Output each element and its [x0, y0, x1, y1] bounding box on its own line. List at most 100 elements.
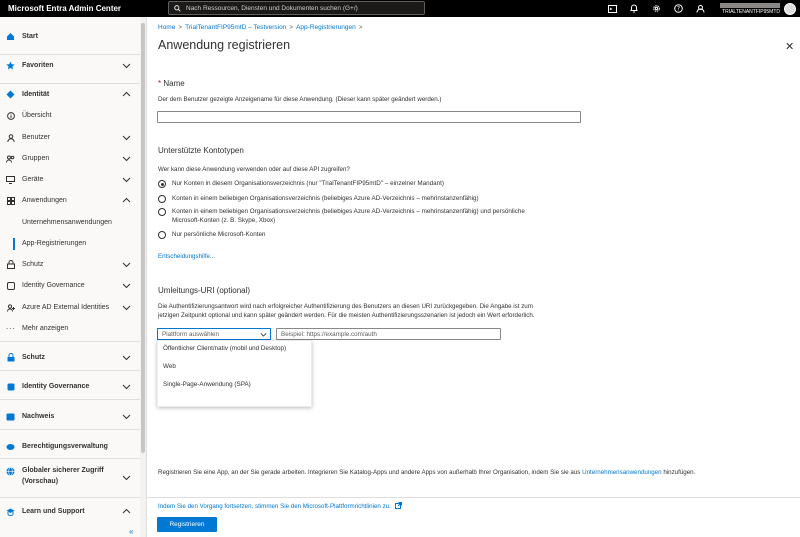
sidebar-item-label: Unternehmensanwendungen	[22, 219, 112, 226]
chevron-down-icon	[122, 135, 131, 141]
bottom-note: Registrieren Sie eine App, an der Sie ge…	[158, 469, 695, 476]
chevron-down-icon	[122, 283, 131, 289]
chevron-down-icon	[122, 156, 131, 162]
search-icon	[174, 4, 181, 12]
platform-option-web[interactable]: Web	[163, 363, 176, 370]
info-icon	[6, 111, 15, 120]
avatar[interactable]	[784, 2, 796, 15]
radio-multi-tenant-personal-label[interactable]: Konten in einem beliebigen Organisations…	[172, 208, 525, 215]
account-types-question: Wer kann diese Anwendung verwenden oder …	[158, 166, 350, 173]
sidebar-item-uebersicht[interactable]: Übersicht	[0, 105, 140, 126]
radio-multi-tenant-personal-label-2[interactable]: Microsoft-Konten (z. B. Skype, Xbox)	[172, 217, 275, 224]
search-placeholder: Nach Ressourcen, Diensten und Dokumenten…	[186, 4, 358, 12]
sidebar-scrollbar[interactable]	[140, 17, 146, 537]
sidebar-item-app-registrierungen[interactable]: App-Registrierungen	[0, 233, 140, 254]
breadcrumb-home[interactable]: Home	[158, 24, 175, 31]
chevron-down-icon	[122, 63, 131, 69]
platform-select[interactable]: Plattform auswählen	[157, 328, 271, 340]
sidebar-item-schutz[interactable]: Schutz	[0, 254, 140, 275]
redirect-uri-description-1: Die Authentifizierungsantwort wird nach …	[158, 303, 533, 310]
chevron-down-icon	[122, 475, 131, 481]
sidebar-item-nachweis[interactable]: Nachweis	[0, 406, 140, 427]
external-icon	[6, 303, 15, 312]
terminal-icon[interactable]	[605, 2, 619, 16]
sidebar-item-label: Mehr anzeigen	[22, 325, 69, 332]
app-title[interactable]: Microsoft Entra Admin Center	[0, 4, 165, 13]
radio-multi-tenant-label[interactable]: Konten in einem beliebigen Organisations…	[172, 195, 479, 202]
page-title: Anwendung registrieren	[158, 38, 291, 52]
more-icon: ···	[5, 324, 16, 333]
breadcrumb-app-registrations[interactable]: App-Registrierungen	[296, 24, 356, 31]
sidebar-item-globaler-zugriff[interactable]: Globaler sicherer Zugriff (Vorschau)	[0, 464, 140, 492]
radio-personal-only-label[interactable]: Nur persönliche Microsoft-Konten	[172, 231, 265, 238]
radio-single-tenant-label[interactable]: Nur Konten in diesem Organisationsverzei…	[172, 180, 444, 187]
chevron-down-icon	[122, 177, 131, 183]
platform-policies-link[interactable]: Indem Sie den Vorgang fortsetzen, stimme…	[158, 502, 402, 510]
radio-single-tenant[interactable]	[158, 180, 166, 188]
feedback-icon[interactable]	[693, 2, 707, 16]
sidebar-item-label: Berechtigungsverwaltung	[22, 443, 108, 450]
sidebar-item-label: Learn und Support	[22, 508, 85, 515]
decision-help-link[interactable]: Entscheidungshilfe...	[158, 253, 215, 260]
identity-icon	[6, 90, 15, 99]
sidebar-item-learn-support[interactable]: Learn und Support	[0, 501, 140, 522]
platform-option-spa[interactable]: Single-Page-Anwendung (SPA)	[163, 381, 251, 388]
device-icon	[6, 175, 15, 184]
sidebar-item-label: Identity Governance	[22, 282, 85, 289]
enterprise-apps-link[interactable]: Unternehmensanwendungen	[582, 469, 661, 476]
bell-icon[interactable]	[627, 2, 641, 16]
sidebar-item-label: App-Registrierungen	[22, 240, 87, 247]
chevron-down-icon	[122, 262, 131, 268]
name-label: * Name	[158, 79, 185, 88]
sidebar-item-label: Geräte	[22, 176, 44, 183]
lock-icon	[6, 353, 15, 362]
learn-icon	[6, 507, 15, 516]
sidebar-item-label: Anwendungen	[22, 197, 67, 204]
sidebar-item-label: Gruppen	[22, 155, 50, 162]
help-icon[interactable]: ?	[671, 2, 685, 16]
breadcrumb-tenant[interactable]: TrialTenantFIP95mtD – Testversion	[185, 24, 286, 31]
sidebar-scroll-thumb[interactable]	[141, 23, 145, 453]
sidebar-item-favoriten[interactable]: Favoriten	[0, 55, 140, 76]
redirect-uri-input[interactable]: Beispiel: https://example.com/auth	[276, 328, 501, 340]
apps-icon	[6, 196, 15, 205]
name-input[interactable]	[157, 111, 581, 123]
close-icon[interactable]: ✕	[785, 40, 794, 53]
sidebar-item-label: Globaler sicherer Zugriff	[22, 467, 104, 474]
radio-multi-tenant[interactable]	[158, 195, 166, 203]
account-menu[interactable]: TRIALTENANTFIP95MTD	[720, 1, 796, 16]
sidebar-item-external-identities[interactable]: Azure AD External Identities	[0, 297, 140, 318]
sidebar-item-anwendungen[interactable]: Anwendungen	[0, 190, 140, 211]
sidebar-item-schutz-section[interactable]: Schutz	[0, 347, 140, 368]
global-search-input[interactable]: Nach Ressourcen, Diensten und Dokumenten…	[168, 1, 425, 15]
account-name-redacted	[720, 2, 780, 8]
sidebar-item-benutzer[interactable]: Benutzer	[0, 127, 140, 148]
chevron-up-icon	[122, 91, 131, 97]
selection-indicator	[13, 237, 15, 250]
chevron-down-icon	[122, 384, 131, 390]
account-types-heading: Unterstützte Kontotypen	[158, 146, 244, 155]
sidebar-item-mehr-anzeigen[interactable]: ··· Mehr anzeigen	[0, 318, 140, 339]
sidebar-item-label: Schutz	[22, 261, 44, 268]
gear-icon[interactable]	[649, 2, 663, 16]
collapse-sidebar-button[interactable]: «	[129, 527, 133, 536]
breadcrumb-separator: >	[178, 24, 183, 31]
globe-icon	[6, 467, 15, 476]
sidebar-item-gruppen[interactable]: Gruppen	[0, 148, 140, 169]
radio-personal-only[interactable]	[158, 231, 166, 239]
sidebar-item-start[interactable]: Start	[0, 26, 140, 47]
sidebar-item-unternehmensanwendungen[interactable]: Unternehmensanwendungen	[0, 212, 140, 233]
sidebar-item-identity-governance-section[interactable]: Identity Governance	[0, 376, 140, 397]
radio-multi-tenant-personal[interactable]	[158, 208, 166, 216]
redirect-uri-description-2: jetzigen Zeitpunkt optional und kann spä…	[158, 312, 535, 319]
sidebar-item-label: Azure AD External Identities	[22, 304, 110, 311]
register-button[interactable]: Registrieren	[157, 517, 217, 532]
chevron-down-icon	[260, 333, 267, 337]
sidebar-item-berechtigungsverwaltung[interactable]: Berechtigungsverwaltung	[0, 436, 140, 457]
platform-option-public-client[interactable]: Öffentlicher Client/nativ (mobil und Des…	[163, 345, 286, 352]
sidebar-item-identitaet[interactable]: Identität	[0, 84, 140, 105]
sidebar-item-label: Identity Governance	[22, 383, 90, 390]
sidebar-item-identity-governance[interactable]: Identity Governance	[0, 275, 140, 296]
sidebar-item-geraete[interactable]: Geräte	[0, 169, 140, 190]
sidebar-item-label: Start	[22, 33, 38, 40]
